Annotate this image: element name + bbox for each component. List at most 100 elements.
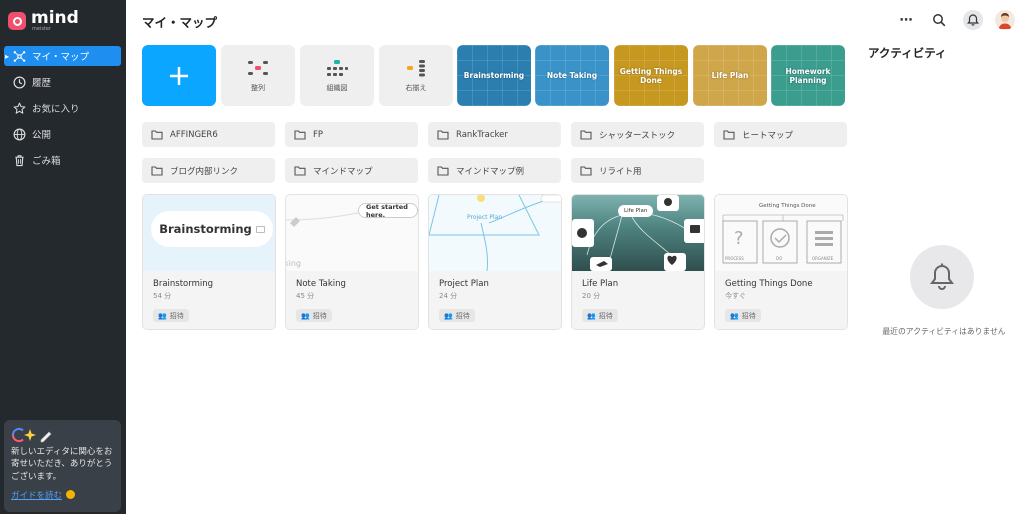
- thumb-title: Brainstorming: [159, 222, 252, 236]
- right-aligned-icon: [407, 59, 425, 76]
- user-avatar[interactable]: [995, 10, 1015, 30]
- new-map-button[interactable]: [142, 45, 216, 106]
- folder-icon: [151, 166, 163, 176]
- folder-label: マインドマップ例: [456, 166, 525, 177]
- folder-label: AFFINGER6: [170, 129, 218, 140]
- folder-item[interactable]: マインドマップ例: [428, 158, 561, 183]
- folder-item[interactable]: RankTracker: [428, 122, 561, 147]
- badge-label: 招待: [169, 311, 184, 320]
- map-time: 45 分: [296, 292, 315, 300]
- bell-icon: [967, 14, 979, 26]
- thumb-subtext: king: [286, 259, 302, 268]
- more-options-button[interactable]: ⋯: [896, 10, 916, 30]
- people-icon: 👥: [730, 311, 739, 320]
- map-card[interactable]: ? Getting Things Done PROCESS DO ORGANIZ…: [714, 194, 848, 330]
- folder-icon: [580, 166, 592, 176]
- read-guide-link[interactable]: ガイドを読む: [11, 489, 114, 501]
- map-card[interactable]: Project Plan Project Plan 24 分 👥 招待: [428, 194, 562, 330]
- map-card[interactable]: Get started here. king Note Taking 45 分 …: [285, 194, 419, 330]
- notifications-button[interactable]: [963, 10, 983, 30]
- page-title: マイ・マップ: [142, 15, 218, 30]
- globe-icon: [12, 127, 26, 141]
- folder-item[interactable]: ヒートマップ: [714, 122, 847, 147]
- bell-icon: [930, 263, 954, 290]
- template-brainstorming[interactable]: Brainstorming: [457, 45, 531, 106]
- template-label: 整列: [251, 83, 265, 92]
- folder-item[interactable]: ブログ内部リンク: [142, 158, 275, 183]
- template-org-chart[interactable]: 組織図: [300, 45, 374, 106]
- map-thumbnail: Project Plan: [429, 195, 561, 271]
- org-chart-icon: [327, 59, 348, 76]
- thumb-title: Get started here.: [366, 202, 408, 219]
- folder-icon: [437, 166, 449, 176]
- shared-badge: 👥 招待: [725, 309, 761, 322]
- trash-icon: [12, 153, 26, 167]
- sidebar-item-label: マイ・マップ: [32, 52, 90, 63]
- template-label: Getting Things Done: [619, 66, 683, 85]
- thumb-label: PROCESS: [725, 256, 744, 261]
- template-note-taking[interactable]: Note Taking: [535, 45, 609, 106]
- sidebar-item-public[interactable]: 公開: [4, 124, 121, 144]
- folder-label: ヒートマップ: [742, 130, 794, 141]
- app-name: mind: [31, 8, 79, 28]
- folder-icon: [437, 130, 449, 140]
- page-header: マイ・マップ ⋯: [126, 0, 1024, 40]
- sidebar-item-history[interactable]: 履歴: [4, 72, 121, 92]
- star-icon: [12, 101, 26, 115]
- folder-icon: [294, 166, 306, 176]
- thumb-title: Getting Things Done: [759, 203, 816, 209]
- badge-label: 招待: [312, 311, 327, 320]
- sidebar-item-favorites[interactable]: お気に入り: [4, 98, 121, 118]
- map-card[interactable]: Life Plan Life Plan 20 分 👥 招待: [571, 194, 705, 330]
- shared-badge: 👥 招待: [439, 309, 475, 322]
- template-homework-planning[interactable]: Homework Planning: [771, 45, 845, 106]
- clock-icon: [12, 75, 26, 89]
- shared-badge: 👥 招待: [153, 309, 189, 322]
- template-label: Brainstorming: [463, 71, 525, 80]
- more-icon: ⋯: [899, 12, 913, 28]
- map-time: 24 分: [439, 292, 458, 300]
- template-label: Homework Planning: [785, 66, 831, 85]
- map-thumbnail: Brainstorming: [143, 195, 275, 271]
- map-title: Note Taking: [296, 279, 346, 289]
- template-getting-things-done[interactable]: Getting Things Done: [614, 45, 688, 106]
- shared-badge: 👥 招待: [296, 309, 332, 322]
- folder-icon: [723, 130, 735, 140]
- avatar-icon: [998, 13, 1012, 29]
- sidebar-item-my-maps[interactable]: マイ・マップ: [4, 46, 121, 66]
- map-thumbnail: Get started here. king: [286, 195, 418, 271]
- sidebar-item-trash[interactable]: ごみ箱: [4, 150, 121, 170]
- thumb-label: ORGANIZE: [812, 256, 834, 261]
- badge-label: 招待: [598, 311, 613, 320]
- arrow-circle-icon: [66, 490, 76, 500]
- template-life-plan[interactable]: Life Plan: [693, 45, 767, 106]
- app-logo[interactable]: mind meister: [0, 0, 126, 34]
- template-aligned[interactable]: 整列: [221, 45, 295, 106]
- thumb-title: Project Plan: [467, 214, 503, 221]
- thumb-title: Life Plan: [624, 208, 648, 214]
- map-title: Life Plan: [582, 279, 619, 289]
- folder-item[interactable]: シャッターストック: [571, 122, 704, 147]
- folder-item[interactable]: リライト用: [571, 158, 704, 183]
- app-sub: meister: [32, 26, 52, 32]
- folder-item[interactable]: AFFINGER6: [142, 122, 275, 147]
- people-icon: 👥: [301, 311, 310, 320]
- activity-empty-illustration: [910, 245, 974, 309]
- folder-item[interactable]: FP: [285, 122, 418, 147]
- template-label: 組織図: [326, 83, 348, 92]
- people-icon: 👥: [587, 311, 596, 320]
- folder-label: リライト用: [599, 166, 642, 177]
- map-title: Getting Things Done: [725, 279, 813, 289]
- template-right-aligned[interactable]: 右揃え: [379, 45, 453, 106]
- people-icon: 👥: [444, 311, 453, 320]
- map-card[interactable]: Brainstorming Brainstorming 54 分 👥 招待: [142, 194, 276, 330]
- sidebar-item-label: 公開: [32, 130, 52, 141]
- svg-text:?: ?: [734, 228, 744, 249]
- folder-item[interactable]: マインドマップ: [285, 158, 418, 183]
- folder-icon: [580, 130, 592, 140]
- sidebar: mind meister マイ・マップ 履歴 お気に入り 公開: [0, 0, 126, 514]
- folder-label: シャッターストック: [599, 130, 676, 141]
- activity-empty-text: 最近のアクティビティはありません: [882, 327, 1006, 336]
- map-thumbnail: ? Getting Things Done PROCESS DO ORGANIZ…: [715, 195, 847, 271]
- search-button[interactable]: [929, 10, 949, 30]
